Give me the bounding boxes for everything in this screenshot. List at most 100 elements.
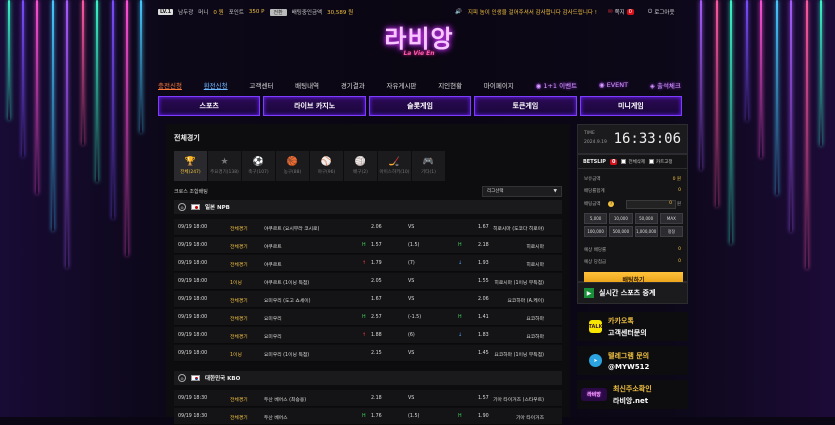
handicap[interactable]: VS xyxy=(408,297,414,302)
tab-sport-1[interactable]: ★ 주요경기(138) xyxy=(208,151,242,181)
away-team[interactable]: 요코하마 (A.케이) xyxy=(508,297,544,304)
nav-deposit[interactable]: 충전신청 xyxy=(158,80,182,90)
nav-mypage[interactable]: 마이페이지 xyxy=(484,80,514,90)
bet-amount-input[interactable]: 0 xyxy=(626,200,676,209)
home-team[interactable]: 야쿠르트 xyxy=(264,261,282,268)
logout-link[interactable]: ⏻ 로그아웃 xyxy=(648,8,675,17)
game-row[interactable]: 09/19 18:00 전체경기 야쿠르트 H 1.57 (1.5) H 2.18 히로시마 xyxy=(174,237,562,254)
away-team[interactable]: 히로시마 (1이닝 무득점) xyxy=(494,279,544,286)
away-team[interactable]: 요코하마 xyxy=(526,315,544,322)
exchange-button[interactable]: 전환 xyxy=(269,8,287,16)
game-row[interactable]: 09/19 18:30 전체경기 두산 베어스 (최승용) 2.18 VS 1.57 기아 … xyxy=(174,390,562,407)
away-team[interactable]: 기아 타이거즈 xyxy=(516,414,544,421)
nav-event[interactable]: ◉ EVENT xyxy=(599,81,628,89)
away-odds[interactable]: 1.45 xyxy=(478,351,489,356)
away-team[interactable]: 히로시마 xyxy=(526,243,544,250)
game-row[interactable]: 09/19 18:00 1이닝 요미우리 (1이닝 득점) 2.15 VS 1.45 요코하… xyxy=(174,345,562,362)
nav-withdraw[interactable]: 환전신청 xyxy=(204,80,228,90)
help-icon[interactable]: ? xyxy=(608,201,614,207)
amount-button[interactable]: 500,000 xyxy=(609,226,633,237)
menu-live-casino[interactable]: 라이브 카지노 xyxy=(263,96,366,116)
tab-sport-7[interactable]: 🎮 기타(1) xyxy=(412,151,446,181)
tab-sport-2[interactable]: ⚽ 축구(107) xyxy=(242,151,276,181)
handicap[interactable]: VS xyxy=(408,225,414,230)
amount-button[interactable]: 1,000,000 xyxy=(634,226,658,237)
home-team[interactable]: 요미우리 xyxy=(264,315,282,322)
away-odds[interactable]: 2.18 xyxy=(478,243,489,248)
away-team[interactable]: 히로시마 xyxy=(526,261,544,268)
home-team[interactable]: 야쿠르트 xyxy=(264,243,282,250)
away-odds[interactable]: 1.93 xyxy=(478,261,489,266)
amount-button[interactable]: 10,000 xyxy=(609,213,633,224)
game-row[interactable]: 09/19 18:00 전체경기 야쿠르트 ↑ 1.79 (7) ↓ 1.93 히로시마 xyxy=(174,255,562,272)
menu-token[interactable]: 토큰게임 xyxy=(474,96,577,116)
home-odds[interactable]: 2.15 xyxy=(371,351,382,356)
menu-slot[interactable]: 슬롯게임 xyxy=(368,96,472,116)
site-logo[interactable]: 라비앙 La Vie En xyxy=(383,25,455,63)
amount-button[interactable]: 50,000 xyxy=(634,213,658,224)
home-team[interactable]: 야쿠르트 (요시무라 코시로) xyxy=(264,225,319,232)
home-odds[interactable]: 1.57 xyxy=(371,243,382,248)
home-odds[interactable]: 1.88 xyxy=(371,333,382,338)
handicap[interactable]: (7) xyxy=(408,261,415,266)
home-odds[interactable]: 2.18 xyxy=(371,396,382,401)
away-odds[interactable]: 1.67 xyxy=(478,225,489,230)
nav-event-plus[interactable]: ◉ 1+1 이벤트 xyxy=(536,80,577,90)
away-odds[interactable]: 1.57 xyxy=(478,396,489,401)
message-link[interactable]: ✉ 쪽지 0 xyxy=(608,8,634,16)
menu-sports[interactable]: 스포츠 xyxy=(158,96,261,116)
telegram-contact[interactable]: ➤ 텔레그램 문의 @MYW512 xyxy=(577,346,688,375)
home-odds[interactable]: 2.05 xyxy=(371,279,382,284)
home-odds[interactable]: 2.57 xyxy=(371,315,382,320)
away-odds[interactable]: 1.55 xyxy=(478,279,489,284)
domain-check[interactable]: 라비앙 최신주소확인 라비앙.net xyxy=(577,380,688,409)
kakao-contact[interactable]: TALK 카카오톡 고객센터문의 xyxy=(577,312,688,341)
home-team[interactable]: 요미우리 xyxy=(264,333,282,340)
game-row[interactable]: 09/19 18:00 전체경기 요미우리 H 2.57 (-1.5) H 1.41 요코하마 xyxy=(174,309,562,326)
tab-sport-0[interactable]: 🏆 전체(247) xyxy=(174,151,208,181)
menu-mini[interactable]: 미니게임 xyxy=(579,96,683,116)
nav-board[interactable]: 자유게시판 xyxy=(387,80,417,90)
league-select[interactable]: 리그선택 ▼ xyxy=(482,185,562,197)
handicap[interactable]: (-1.5) xyxy=(408,315,421,320)
home-team[interactable]: 두산 베어스 (최승용) xyxy=(264,396,306,403)
home-odds[interactable]: 1.67 xyxy=(371,297,382,302)
handicap[interactable]: (1.5) xyxy=(408,243,419,248)
home-team[interactable]: 두산 베어스 xyxy=(264,414,288,421)
away-odds[interactable]: 1.83 xyxy=(478,333,489,338)
amount-button[interactable]: 5,000 xyxy=(584,213,608,224)
away-team[interactable]: 요코하마 (1이닝 무득점) xyxy=(494,351,544,358)
home-team[interactable]: 야쿠르트 (1이닝 득점) xyxy=(264,279,309,286)
amount-button[interactable]: MAX xyxy=(659,213,683,224)
home-odds[interactable]: 2.06 xyxy=(371,225,382,230)
nav-results[interactable]: 경기결과 xyxy=(341,80,365,90)
league-header[interactable]: ⊙ 일본 NPB xyxy=(174,200,562,214)
home-team[interactable]: 요미우리 (1이닝 득점) xyxy=(264,351,309,358)
away-team[interactable]: 요코하마 xyxy=(526,333,544,340)
handicap[interactable]: VS xyxy=(408,351,414,356)
nav-referral[interactable]: 지인현황 xyxy=(438,80,462,90)
home-team[interactable]: 요미우리 (도고 쇼세이) xyxy=(264,297,311,304)
nav-attendance[interactable]: ◈ 출석체크 xyxy=(650,80,681,90)
tab-sport-5[interactable]: 🏐 배구(2) xyxy=(344,151,378,181)
tab-sport-3[interactable]: 🏀 농구(88) xyxy=(276,151,310,181)
home-odds[interactable]: 1.79 xyxy=(371,261,382,266)
fix-cart-checkbox[interactable]: 카트고정 xyxy=(649,159,673,165)
amount-button[interactable]: 정정 xyxy=(659,226,683,237)
game-row[interactable]: 09/19 18:00 전체경기 야쿠르트 (요시무라 코시로) 2.06 VS 1.67… xyxy=(174,219,562,236)
away-team[interactable]: 히로시마 (도코다 히로야) xyxy=(493,225,544,232)
handicap[interactable]: VS xyxy=(408,279,414,284)
nav-support[interactable]: 고객센터 xyxy=(249,80,273,90)
delete-all-checkbox[interactable]: 전체삭제 xyxy=(621,159,645,165)
league-header[interactable]: ⊙ 대한민국 KBO xyxy=(174,371,562,385)
handicap[interactable]: (6) xyxy=(408,333,415,338)
nav-bet-history[interactable]: 배팅내역 xyxy=(295,80,319,90)
live-stream-banner[interactable]: ▶ 실시간 스포츠 중계 xyxy=(577,282,688,304)
away-odds[interactable]: 1.41 xyxy=(478,315,489,320)
tab-sport-6[interactable]: 🏒 아이스하키(10) xyxy=(378,151,412,181)
game-row[interactable]: 09/19 18:00 전체경기 요미우리 ↑ 1.88 (6) ↓ 1.83 요코하마 xyxy=(174,327,562,344)
away-odds[interactable]: 2.06 xyxy=(478,297,489,302)
away-team[interactable]: 기아 타이거즈 (스타우트) xyxy=(493,396,544,403)
tab-sport-4[interactable]: ⚾ 야구(96) xyxy=(310,151,344,181)
game-row[interactable]: 09/19 18:00 전체경기 요미우리 (도고 쇼세이) 1.67 VS 2.06 요코… xyxy=(174,291,562,308)
